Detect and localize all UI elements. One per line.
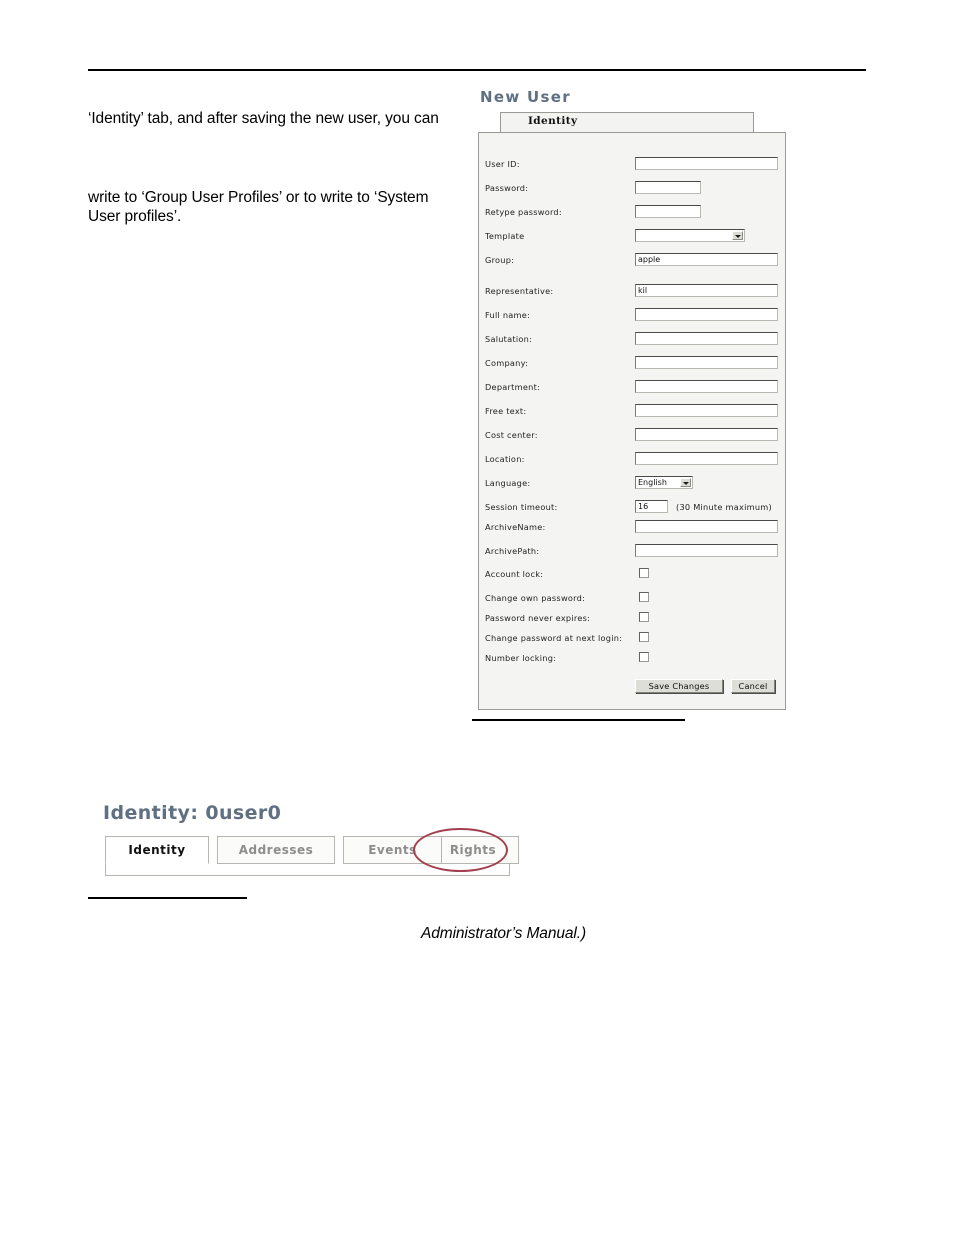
full-name-input[interactable] — [635, 308, 778, 321]
number-locking-checkbox[interactable] — [639, 652, 649, 662]
field-label: Password never expires: — [485, 613, 591, 623]
form-row: Session timeout: 16 (30 Minute maximum) — [479, 500, 785, 518]
field-label: Retype password: — [485, 207, 562, 217]
form-row: ArchivePath: — [479, 544, 785, 562]
form-row: Password: — [479, 181, 785, 199]
location-input[interactable] — [635, 452, 778, 465]
body-paragraph-second: write to ‘Group User Profiles’ or to wri… — [88, 189, 429, 225]
group-input[interactable]: apple — [635, 253, 778, 266]
representative-input[interactable]: kil — [635, 284, 778, 297]
field-label: Cost center: — [485, 430, 538, 440]
field-label: Number locking: — [485, 653, 557, 663]
field-label: Language: — [485, 478, 531, 488]
company-input[interactable] — [635, 356, 778, 369]
chevron-down-icon[interactable] — [732, 231, 743, 240]
language-select[interactable]: English — [635, 476, 693, 489]
new-user-tabstrip: Identity — [500, 112, 756, 132]
tab-identity[interactable]: Identity — [105, 836, 209, 864]
form-row: Language: English — [479, 476, 785, 494]
field-label: Change own password: — [485, 593, 586, 603]
form-row: Group: apple — [479, 253, 785, 271]
identity-page-title: Identity: 0user0 — [103, 802, 282, 824]
cancel-button[interactable]: Cancel — [731, 679, 775, 693]
identity-tabbar: Rights Events Addresses Identity — [100, 828, 519, 882]
account-lock-checkbox[interactable] — [639, 568, 649, 578]
tab-identity-label: Identity — [528, 115, 578, 127]
free-text-input[interactable] — [635, 404, 778, 417]
field-label: Account lock: — [485, 569, 544, 579]
field-label: Template — [485, 231, 525, 241]
form-row: ArchiveName: — [479, 520, 785, 538]
form-row: Location: — [479, 452, 785, 470]
new-user-title: New User — [480, 88, 571, 106]
department-input[interactable] — [635, 380, 778, 393]
form-row: Full name: — [479, 308, 785, 326]
session-timeout-input[interactable]: 16 — [635, 500, 668, 513]
session-timeout-hint: (30 Minute maximum) — [676, 502, 772, 512]
password-input[interactable] — [635, 181, 701, 194]
salutation-input[interactable] — [635, 332, 778, 345]
form-row: Template — [479, 229, 785, 247]
new-user-panel: User ID: Password: Retype password: Templat… — [478, 132, 786, 710]
form-row: Change password at next login: — [479, 632, 785, 650]
footnote-horizontal-rule — [88, 897, 247, 899]
form-row: Retype password: — [479, 205, 785, 223]
save-changes-button[interactable]: Save Changes — [635, 679, 723, 693]
change-password-at-next-login-checkbox[interactable] — [639, 632, 649, 642]
new-user-form-figure: New User Identity User ID: Password: Retyp… — [478, 88, 788, 710]
field-label: Salutation: — [485, 334, 533, 344]
field-label: Representative: — [485, 286, 554, 296]
field-label: Location: — [485, 454, 525, 464]
archivename-input[interactable] — [635, 520, 778, 533]
form-row: Free text: — [479, 404, 785, 422]
field-label: Free text: — [485, 406, 527, 416]
figure-horizontal-rule — [472, 719, 685, 721]
form-row: Password never expires: — [479, 612, 785, 630]
user-id-input[interactable] — [635, 157, 778, 170]
field-label: ArchivePath: — [485, 546, 540, 556]
field-label: Full name: — [485, 310, 531, 320]
archivepath-input[interactable] — [635, 544, 778, 557]
form-row: Salutation: — [479, 332, 785, 350]
header-horizontal-rule — [88, 69, 866, 71]
field-label: Password: — [485, 183, 529, 193]
caption-italic-text: Administrator’s Manual.) — [421, 925, 587, 942]
form-row: User ID: — [479, 157, 785, 175]
field-label: Group: — [485, 255, 515, 265]
form-row: Change own password: — [479, 592, 785, 610]
field-label: Change password at next login: — [485, 633, 623, 643]
language-selected-value: English — [638, 478, 667, 487]
retype-password-input[interactable] — [635, 205, 701, 218]
rights-tab-red-ellipse-annotation — [413, 828, 508, 872]
chevron-down-icon[interactable] — [680, 478, 691, 487]
form-row: Company: — [479, 356, 785, 374]
password-never-expires-checkbox[interactable] — [639, 612, 649, 622]
form-row: Representative: kil — [479, 284, 785, 302]
tab-addresses[interactable]: Addresses — [217, 836, 335, 864]
field-label: Session timeout: — [485, 502, 558, 512]
change-own-password-checkbox[interactable] — [639, 592, 649, 602]
form-row: Number locking: — [479, 652, 785, 670]
form-row: Account lock: — [479, 568, 785, 586]
identity-tabs-figure: Identity: 0user0 Rights Events Addresses Id… — [100, 802, 520, 892]
field-label: ArchiveName: — [485, 522, 546, 532]
template-select[interactable] — [635, 229, 745, 242]
form-row: Cost center: — [479, 428, 785, 446]
body-paragraph-top: ‘Identity’ tab, and after saving the new… — [88, 110, 439, 127]
field-label: User ID: — [485, 159, 520, 169]
cost-center-input[interactable] — [635, 428, 778, 441]
form-row: Department: — [479, 380, 785, 398]
field-label: Company: — [485, 358, 529, 368]
field-label: Department: — [485, 382, 541, 392]
